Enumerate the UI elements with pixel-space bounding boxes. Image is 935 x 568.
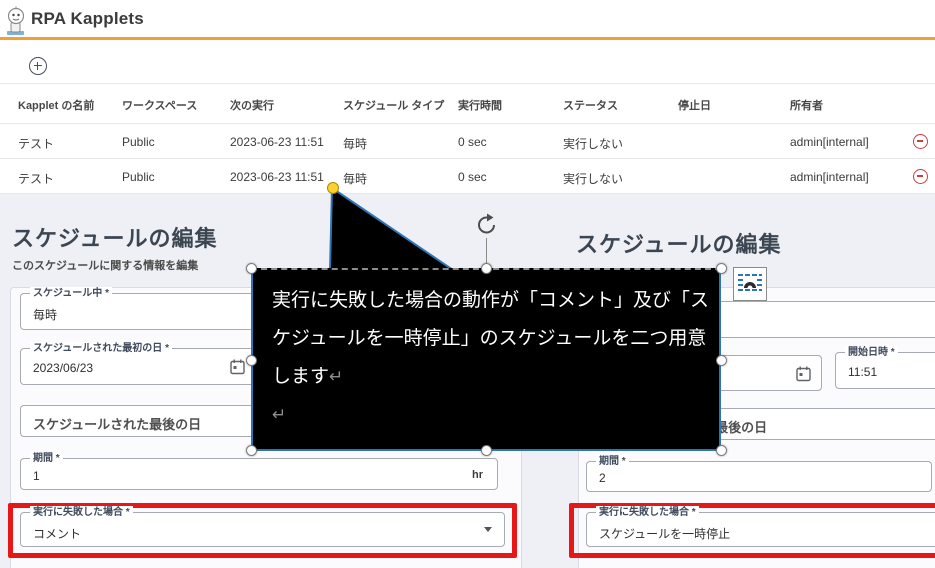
page-title: RPA Kapplets xyxy=(31,9,144,28)
cell-owner: admin[internal] xyxy=(790,170,869,184)
chevron-down-icon[interactable] xyxy=(484,527,492,532)
field-label: スケジュール中 * xyxy=(30,287,112,300)
column-header: ステータス xyxy=(563,100,618,112)
left-panel-title: スケジュールの編集 xyxy=(12,226,218,251)
period-field-right[interactable]: 期間 * 2 xyxy=(586,455,932,492)
rotate-handle-icon[interactable] xyxy=(474,212,500,238)
rotate-stem xyxy=(486,238,487,264)
field-value: 2023/06/23 xyxy=(33,361,94,375)
table-row[interactable]: テスト Public 2023-06-23 11:51 毎時 0 sec 実行し… xyxy=(0,124,935,159)
field-value: スケジュールを一時停止 xyxy=(599,527,731,541)
cell-kapplet-name: テスト xyxy=(18,137,55,151)
first-day-field[interactable]: スケジュールされた最初の日 * 2023/06/23 xyxy=(20,342,256,385)
field-value: コメント xyxy=(33,527,82,541)
period-field[interactable]: 期間 * 1 hr xyxy=(20,452,498,490)
cell-kapplet-name: テスト xyxy=(18,172,55,186)
cell-status: 実行しない xyxy=(563,172,624,186)
cell-workspace: Public xyxy=(122,135,155,149)
column-header: スケジュール タイプ xyxy=(343,100,445,112)
left-panel-subtitle: このスケジュールに関する情報を編集 xyxy=(12,260,199,272)
start-time-field[interactable]: 開始日時 * 11:51 xyxy=(835,346,935,389)
column-header: 停止日 xyxy=(678,100,711,112)
cell-duration: 0 sec xyxy=(458,170,487,184)
field-value: 1 xyxy=(33,469,40,483)
adjust-handle-yellow[interactable] xyxy=(327,182,339,194)
resize-handle-top-right[interactable] xyxy=(716,263,727,274)
app-header: RPA Kapplets xyxy=(0,0,935,40)
cell-duration: 0 sec xyxy=(458,135,487,149)
field-value: 11:51 xyxy=(848,365,878,379)
right-panel-title: スケジュールの編集 xyxy=(576,232,782,257)
column-header: Kapplet の名前 xyxy=(18,100,95,112)
resize-handle-mid-left[interactable] xyxy=(246,355,257,366)
table-header-row: Kapplet の名前 ワークスペース 次の実行 スケジュール タイプ 実行時間… xyxy=(0,84,935,124)
field-unit-suffix: hr xyxy=(472,469,483,481)
column-header: 所有者 xyxy=(790,100,823,112)
field-label: 実行に失敗した場合 * xyxy=(30,506,133,519)
remove-schedule-icon[interactable] xyxy=(913,169,928,184)
cell-status: 実行しない xyxy=(563,137,624,151)
resize-handle-top-mid[interactable] xyxy=(481,263,492,274)
field-label: 実行に失敗した場合 * xyxy=(596,506,699,519)
remove-schedule-icon[interactable] xyxy=(913,134,928,149)
field-label: 期間 * xyxy=(596,455,629,468)
column-header: 実行時間 xyxy=(458,100,502,112)
field-label: 期間 * xyxy=(30,452,63,465)
calendar-icon[interactable] xyxy=(230,359,245,375)
cell-schedule-type: 毎時 xyxy=(343,137,368,151)
on-failure-field-right[interactable]: 実行に失敗した場合 * スケジュールを一時停止 xyxy=(586,506,935,547)
on-failure-dropdown[interactable]: 実行に失敗した場合 * コメント xyxy=(20,506,505,547)
field-value: 毎時 xyxy=(33,308,58,322)
field-label: スケジュールされた最初の日 * xyxy=(30,342,172,355)
add-schedule-icon[interactable] xyxy=(29,57,47,75)
field-placeholder: スケジュールされた最後の日 xyxy=(33,417,202,432)
cell-owner: admin[internal] xyxy=(790,135,869,149)
cell-workspace: Public xyxy=(122,170,155,184)
column-header: ワークスペース xyxy=(122,100,198,112)
callout-annotation[interactable]: 実行に失敗した場合の動作が「コメント」及び「スケジュールを一時停止」のスケジュー… xyxy=(251,268,721,451)
resize-handle-bottom-right[interactable] xyxy=(716,445,727,456)
calendar-icon[interactable] xyxy=(796,366,811,382)
toolbar xyxy=(0,43,935,84)
field-label: 開始日時 * xyxy=(845,346,898,359)
callout-tail xyxy=(328,186,457,271)
cell-next-run: 2023-06-23 11:51 xyxy=(230,135,324,149)
resize-handle-bottom-left[interactable] xyxy=(246,445,257,456)
rpa-kapplets-screen: RPA Kapplets Kapplet の名前 ワークスペース 次の実行 スケ… xyxy=(0,0,935,568)
cell-next-run: 2023-06-23 11:51 xyxy=(230,170,324,184)
resize-handle-bottom-mid[interactable] xyxy=(481,445,492,456)
field-value: 2 xyxy=(599,471,606,485)
return-mark: ↵ xyxy=(329,367,344,386)
layout-options-icon xyxy=(738,274,762,291)
column-header: 次の実行 xyxy=(230,100,274,112)
callout-text: 実行に失敗した場合の動作が「コメント」及び「スケジュールを一時停止」のスケジュー… xyxy=(272,290,710,424)
robot-logo-icon xyxy=(7,6,25,35)
layout-options-button[interactable] xyxy=(733,267,767,301)
table-row[interactable]: テスト Public 2023-06-23 11:51 毎時 0 sec 実行し… xyxy=(0,159,935,194)
resize-handle-top-left[interactable] xyxy=(246,263,257,274)
return-mark: ↵ xyxy=(272,405,287,424)
resize-handle-mid-right[interactable] xyxy=(716,355,727,366)
